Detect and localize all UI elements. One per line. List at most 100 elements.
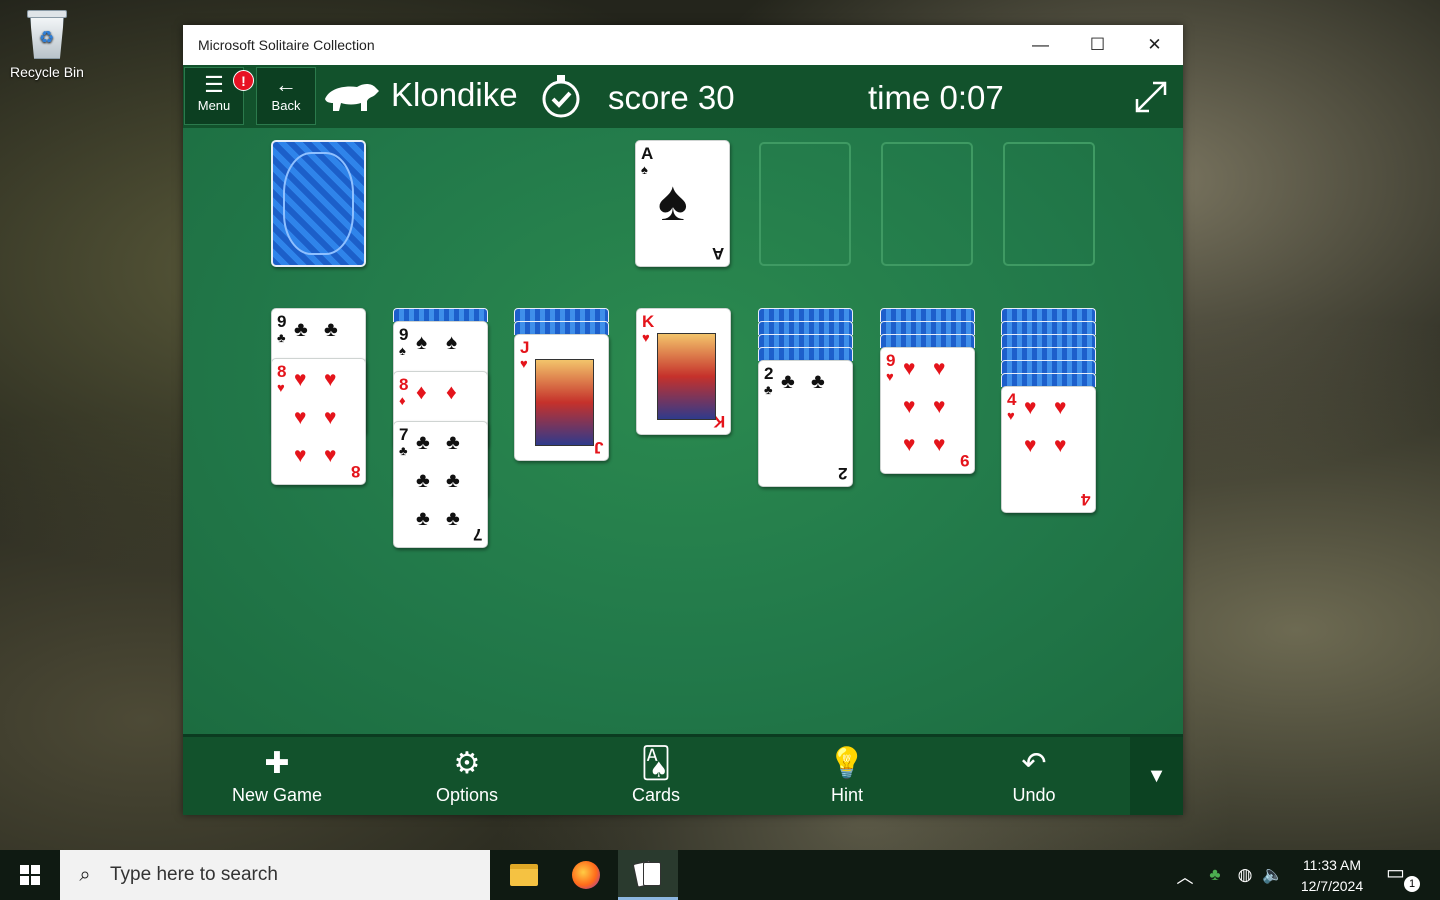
back-label: Back [271,98,301,113]
card-rank-bottom: 9 [959,451,969,470]
card-rank: A [641,144,654,163]
tableau-card-col5[interactable]: 2 ♣ 2 ♣ ♣ [758,360,853,487]
card-pip: ♥ [1024,434,1037,457]
show-hidden-icons-button[interactable]: ︿ [1172,850,1198,900]
volume-icon[interactable]: 🔈 [1260,850,1286,900]
facedown-card[interactable] [1001,373,1096,387]
card-pip: ♥ [294,368,307,391]
card-suit: ♣ [277,330,286,345]
recycle-bin[interactable]: ♻ Recycle Bin [6,8,88,80]
card-rank: 9 [399,325,409,344]
tableau-card-col7[interactable]: 4 ♥ 4 ♥ ♥ ♥ ♥ [1001,386,1096,513]
firefox-button[interactable] [556,850,616,900]
time-display: time 0:07 [868,79,1004,116]
card-rank-bottom: J [593,438,603,457]
facedown-card[interactable] [758,308,853,322]
network-icon[interactable]: ◍ [1232,850,1258,900]
daily-challenge-icon[interactable] [540,73,582,119]
facedown-card[interactable] [758,347,853,361]
foundation-slot-2[interactable] [759,142,851,266]
chevron-down-icon: ▼ [1146,765,1167,787]
card-suit: ♣ [764,382,773,397]
minimize-button[interactable]: — [1012,25,1069,65]
alert-badge: ! [233,70,254,91]
foundation-pile-1[interactable]: A ♠ A ♠ [635,140,730,267]
facedown-card[interactable] [393,308,488,322]
taskbar-search[interactable]: ⌕ Type here to search [60,850,490,900]
window-title: Microsoft Solitaire Collection [198,37,375,53]
hint-button[interactable]: 💡 Hint [772,745,922,806]
clock-time: 11:33 AM [1302,857,1362,873]
maximize-button[interactable]: ☐ [1069,25,1126,65]
new-game-label: New Game [231,785,323,805]
facedown-card[interactable] [514,321,609,335]
court-figure [657,333,716,420]
facedown-card[interactable] [514,308,609,322]
close-button[interactable]: ✕ [1126,25,1183,65]
card-rank-bottom: 8 [350,462,360,481]
card-suit: ♠ [399,343,406,358]
tableau-card-col3[interactable]: J ♥ J [514,334,609,461]
facedown-card[interactable] [1001,308,1096,322]
facedown-card[interactable] [880,334,975,348]
card-pip: ♣ [446,507,460,530]
card-pip: ♥ [903,433,916,456]
cards-button[interactable]: 🂡 Cards [581,745,731,806]
facedown-card[interactable] [758,334,853,348]
card-pip: ♣ [446,469,460,492]
solitaire-window: Microsoft Solitaire Collection — ☐ ✕ ☰ M… [183,25,1183,815]
card-rank-bottom: 4 [1080,490,1090,509]
polar-bear-icon [325,84,379,111]
foundation-slot-4[interactable] [1003,142,1095,266]
card-pip: ♥ [324,406,337,429]
back-button[interactable]: ← Back [256,67,316,125]
facedown-card[interactable] [1001,334,1096,348]
card-rank-bottom: 7 [472,525,482,544]
start-button[interactable] [0,850,60,900]
taskbar-clock[interactable]: 11:33 AM 12/7/2024 [1296,855,1368,897]
search-placeholder: Type here to search [110,864,278,885]
court-figure [535,359,594,446]
new-game-button[interactable]: ✚ New Game [202,745,352,806]
tableau-card-col1[interactable]: 8 ♥ 8 ♥ ♥ ♥ ♥ ♥ ♥ [271,358,366,485]
facedown-card[interactable] [880,308,975,322]
options-button[interactable]: ⚙ Options [392,745,542,806]
foundation-slot-3[interactable] [881,142,973,266]
app-tray-icon[interactable]: ♣ [1202,850,1228,900]
undo-label: Undo [1012,785,1056,805]
facedown-card[interactable] [758,321,853,335]
action-center-button[interactable]: ▭ 1 [1386,860,1420,892]
card-pip: ♣ [811,370,825,393]
card-pip: ♦ [416,381,427,404]
card-pip: ♥ [294,406,307,429]
card-pip: ♥ [1054,434,1067,457]
card-pip: ♥ [294,444,307,467]
solitaire-taskbar-button[interactable] [618,850,678,900]
more-options-button[interactable]: ▼ [1130,737,1183,815]
card-pip: ♥ [903,395,916,418]
folder-icon [510,864,538,886]
card-rank-bottom: 2 [837,464,847,483]
card-rank: 9 [886,351,896,370]
fullscreen-icon[interactable] [1133,79,1169,115]
card-suit: ♥ [277,380,285,395]
card-pip: ♥ [933,433,946,456]
stock-pile[interactable] [271,140,366,267]
facedown-card[interactable] [1001,360,1096,374]
game-top-bar: ☰ Menu ! ← Back Klondike score 30 time 0… [183,65,1183,128]
card-rank-bottom: A [711,244,724,263]
tableau-card-col6[interactable]: 9 ♥ 9 ♥ ♥ ♥ ♥ ♥ ♥ [880,347,975,474]
undo-icon: ↶ [1021,747,1047,780]
card-rank: 8 [277,362,287,381]
card-rank: 2 [764,364,774,383]
card-pip: ♣ [416,431,430,454]
tableau-card-col2[interactable]: 7 ♣ 7 ♣ ♣ ♣ ♣ ♣ ♣ [393,421,488,548]
tableau-card-col4[interactable]: K ♥ K [636,308,731,435]
menu-button[interactable]: ☰ Menu ! [184,67,254,125]
undo-button[interactable]: ↶ Undo [959,745,1109,806]
gear-icon: ⚙ [453,747,481,780]
file-explorer-button[interactable] [494,850,554,900]
facedown-card[interactable] [1001,321,1096,335]
facedown-card[interactable] [1001,347,1096,361]
facedown-card[interactable] [880,321,975,335]
